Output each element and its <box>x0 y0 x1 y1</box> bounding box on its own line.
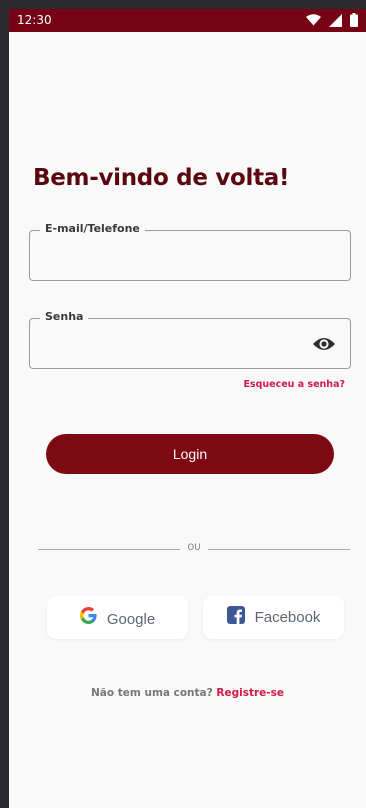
facebook-label: Facebook <box>254 609 321 626</box>
google-login-button[interactable]: Google <box>47 596 188 639</box>
facebook-login-button[interactable]: Facebook <box>203 596 344 639</box>
password-field[interactable]: Senha <box>29 310 351 369</box>
password-input[interactable] <box>42 333 302 357</box>
login-button[interactable]: Login <box>46 434 334 474</box>
signup-question: Não tem uma conta? <box>90 687 213 699</box>
divider-text: OU <box>187 543 201 553</box>
password-label: Senha <box>40 310 89 323</box>
signup-link[interactable]: Registre-se <box>216 687 284 699</box>
signup-prompt: Não tem uma conta? Registre-se <box>9 687 366 699</box>
email-input[interactable] <box>42 245 302 269</box>
divider-line-right <box>208 549 350 550</box>
status-time: 12:30 <box>17 13 52 27</box>
status-bar: 12:30 <box>9 9 366 32</box>
wifi-icon <box>306 14 321 26</box>
app-screen: 12:30 Bem-vindo de volta! E-mail/Telefon… <box>9 9 366 808</box>
google-label: Google <box>106 611 156 628</box>
device-frame <box>0 0 366 9</box>
divider: OU <box>38 543 350 557</box>
google-icon <box>79 606 97 629</box>
email-label: E-mail/Telefone <box>40 222 145 235</box>
eye-icon[interactable] <box>312 334 336 354</box>
forgot-password-link[interactable]: Esqueceu a senha? <box>243 379 345 390</box>
battery-icon <box>350 13 358 27</box>
facebook-icon <box>226 606 245 629</box>
email-field[interactable]: E-mail/Telefone <box>29 222 351 281</box>
signal-icon <box>329 13 342 27</box>
page-title: Bem-vindo de volta! <box>33 165 290 191</box>
status-icons <box>306 13 358 27</box>
divider-line-left <box>38 549 180 550</box>
